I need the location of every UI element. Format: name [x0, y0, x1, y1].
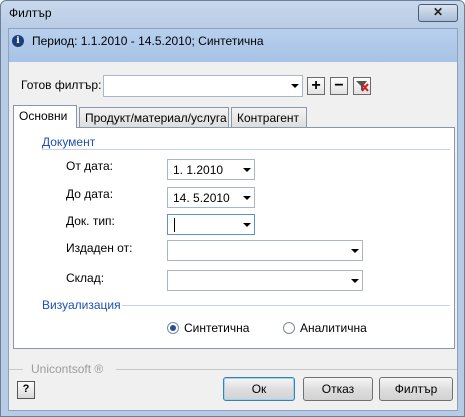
- title-bar[interactable]: Филтър ✕: [1, 1, 464, 27]
- from-date-label: От дата:: [66, 159, 113, 173]
- visualization-group-title: Визуализация: [42, 298, 121, 312]
- tab-counterparty[interactable]: Контрагент: [231, 107, 307, 128]
- tab-product-label: Продукт/материал/услуга: [85, 111, 227, 125]
- chevron-down-icon: [243, 196, 251, 200]
- issued-by-label: Издаден от:: [66, 241, 133, 255]
- tab-main[interactable]: Основни: [13, 105, 77, 128]
- synthetic-radio-label[interactable]: Синтетична: [184, 321, 249, 335]
- warehouse-dropdown[interactable]: [167, 270, 363, 291]
- issued-by-dropdown[interactable]: [167, 240, 363, 261]
- tab-counterparty-label: Контрагент: [237, 111, 300, 125]
- analytic-radio-label[interactable]: Аналитична: [300, 321, 367, 335]
- ok-button[interactable]: Ок: [223, 377, 295, 401]
- doc-type-dropdown[interactable]: [167, 214, 255, 235]
- footer-divider-right: [116, 369, 457, 370]
- tab-product[interactable]: Продукт/материал/услуга: [79, 107, 229, 128]
- clear-filter-icon: [356, 81, 369, 92]
- dialog-window: Филтър ✕ i Период: 1.1.2010 - 14.5.2010;…: [0, 0, 465, 417]
- brand-label: Unicontsoft ®: [31, 362, 104, 376]
- ready-filter-dropdown[interactable]: [103, 75, 303, 97]
- visualization-group-divider: [122, 305, 450, 306]
- info-bar: i Период: 1.1.2010 - 14.5.2010; Синтетич…: [9, 29, 457, 62]
- chevron-down-icon: [351, 279, 359, 283]
- add-filter-button[interactable]: +: [307, 77, 325, 95]
- analytic-radio[interactable]: [283, 322, 295, 334]
- remove-filter-button[interactable]: −: [330, 77, 348, 95]
- document-group-title: Документ: [42, 135, 96, 149]
- footer-divider-left: [9, 369, 23, 370]
- cancel-button-label: Отказ: [321, 382, 355, 396]
- chevron-down-icon: [291, 84, 299, 88]
- dialog-client-area: i Период: 1.1.2010 - 14.5.2010; Синтетич…: [8, 28, 458, 411]
- info-icon: i: [12, 35, 24, 47]
- to-date-value: 14. 5.2010: [173, 191, 230, 205]
- text-cursor: [174, 218, 175, 232]
- from-date-picker[interactable]: 1. 1.2010: [167, 159, 255, 180]
- chevron-down-icon: [351, 249, 359, 253]
- filter-button[interactable]: Филтър: [379, 377, 453, 401]
- window-title: Филтър: [9, 6, 52, 20]
- filter-button-label: Филтър: [394, 382, 438, 396]
- document-group-divider: [42, 149, 450, 150]
- clear-filter-button[interactable]: [353, 77, 371, 95]
- chevron-down-icon: [243, 223, 251, 227]
- tab-main-label: Основни: [19, 109, 68, 123]
- warehouse-label: Склад:: [66, 271, 105, 285]
- tab-panel-main: Документ От дата: 1. 1.2010 До дата: 14.…: [13, 127, 455, 349]
- ok-button-label: Ок: [251, 382, 267, 396]
- minus-icon: −: [334, 77, 344, 94]
- to-date-label: До дата:: [66, 187, 114, 201]
- close-icon: ✕: [432, 5, 444, 19]
- to-date-picker[interactable]: 14. 5.2010: [167, 187, 255, 208]
- period-info-text: Период: 1.1.2010 - 14.5.2010; Синтетична: [32, 34, 264, 48]
- help-button[interactable]: ?: [17, 381, 35, 399]
- ready-filter-label: Готов филтър:: [21, 78, 102, 92]
- cancel-button[interactable]: Отказ: [303, 377, 373, 401]
- help-icon: ?: [22, 383, 30, 395]
- doc-type-label: Док. тип:: [66, 214, 115, 228]
- plus-icon: +: [311, 77, 321, 94]
- synthetic-radio[interactable]: [167, 322, 179, 334]
- close-button[interactable]: ✕: [418, 4, 458, 22]
- chevron-down-icon: [243, 168, 251, 172]
- from-date-value: 1. 1.2010: [173, 163, 224, 177]
